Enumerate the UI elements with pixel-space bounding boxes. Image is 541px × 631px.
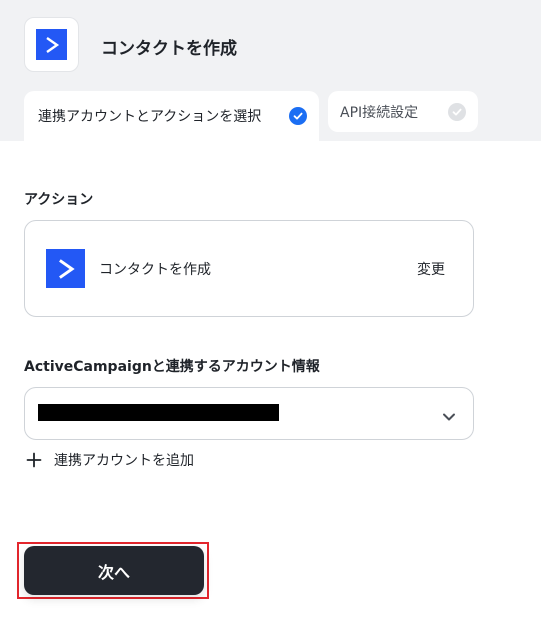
next-button[interactable]: 次へ [24, 546, 204, 595]
account-section-label: ActiveCampaignと連携するアカウント情報 [24, 359, 320, 375]
tab-select-account-action[interactable]: 連携アカウントとアクションを選択 [24, 91, 319, 141]
add-account-label: 連携アカウントを追加 [54, 453, 194, 469]
action-name: コンタクトを作成 [99, 262, 211, 278]
account-select[interactable] [24, 387, 474, 440]
plus-icon [26, 452, 42, 468]
tab-label: 連携アカウントとアクションを選択 [38, 109, 262, 125]
page-title: コンタクトを作成 [101, 39, 237, 59]
action-section-label: アクション [24, 192, 94, 208]
chevron-down-icon [442, 407, 456, 426]
tab-label: API接続設定 [340, 104, 419, 121]
redacted-account-value [38, 404, 279, 421]
activecampaign-logo-icon [46, 249, 85, 288]
activecampaign-logo-icon [36, 29, 67, 60]
change-action-button[interactable]: 変更 [417, 259, 445, 279]
app-icon-container [24, 17, 79, 72]
action-card: コンタクトを作成 変更 [24, 220, 474, 317]
check-circle-icon [448, 102, 466, 121]
tab-api-settings[interactable]: API接続設定 [328, 91, 478, 132]
check-circle-icon [289, 107, 307, 125]
add-account-link[interactable]: 連携アカウントを追加 [26, 450, 194, 470]
